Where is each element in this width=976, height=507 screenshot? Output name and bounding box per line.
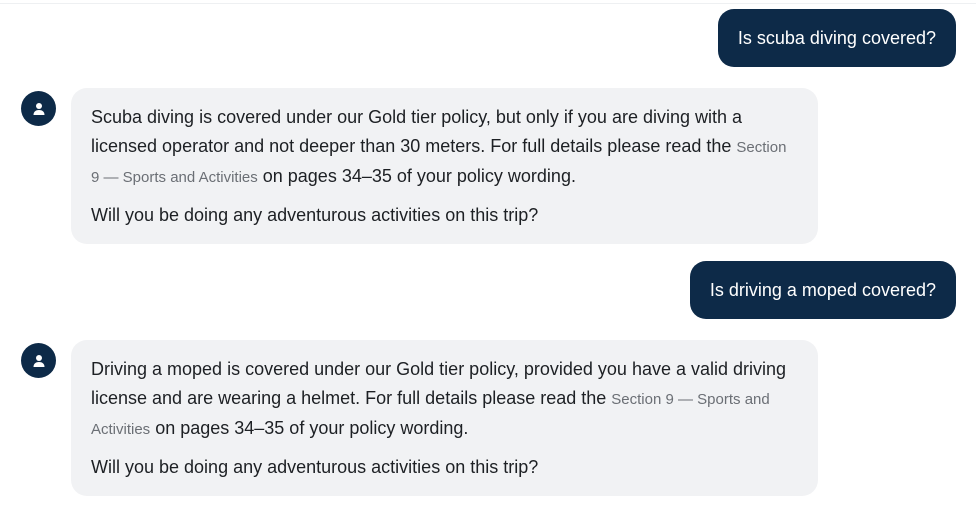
user-icon [33, 354, 44, 367]
assistant-bubble: Driving a moped is covered under our Gol… [71, 340, 818, 496]
assistant-answer: Scuba diving is covered under our Gold t… [91, 103, 798, 192]
user-message: Is driving a moped covered? [689, 261, 956, 319]
assistant-followup: Will you be doing any adventurous activi… [91, 205, 539, 225]
chat-transcript: Is scuba diving covered? Scuba diving is… [0, 0, 976, 507]
assistant-answer: Driving a moped is covered under our Gol… [91, 355, 798, 444]
answer-text-end: on pages 34–35 of your policy wording. [150, 418, 469, 438]
assistant-avatar [21, 343, 56, 378]
answer-text-end: on pages 34–35 of your policy wording. [257, 166, 576, 186]
assistant-followup: Will you be doing any adventurous activi… [91, 457, 539, 477]
user-message: Is scuba diving covered? [717, 9, 956, 67]
assistant-avatar [21, 91, 56, 126]
assistant-bubble: Scuba diving is covered under our Gold t… [71, 88, 818, 244]
answer-text: Scuba diving is covered under our Gold t… [91, 107, 743, 156]
user-icon [33, 102, 44, 115]
